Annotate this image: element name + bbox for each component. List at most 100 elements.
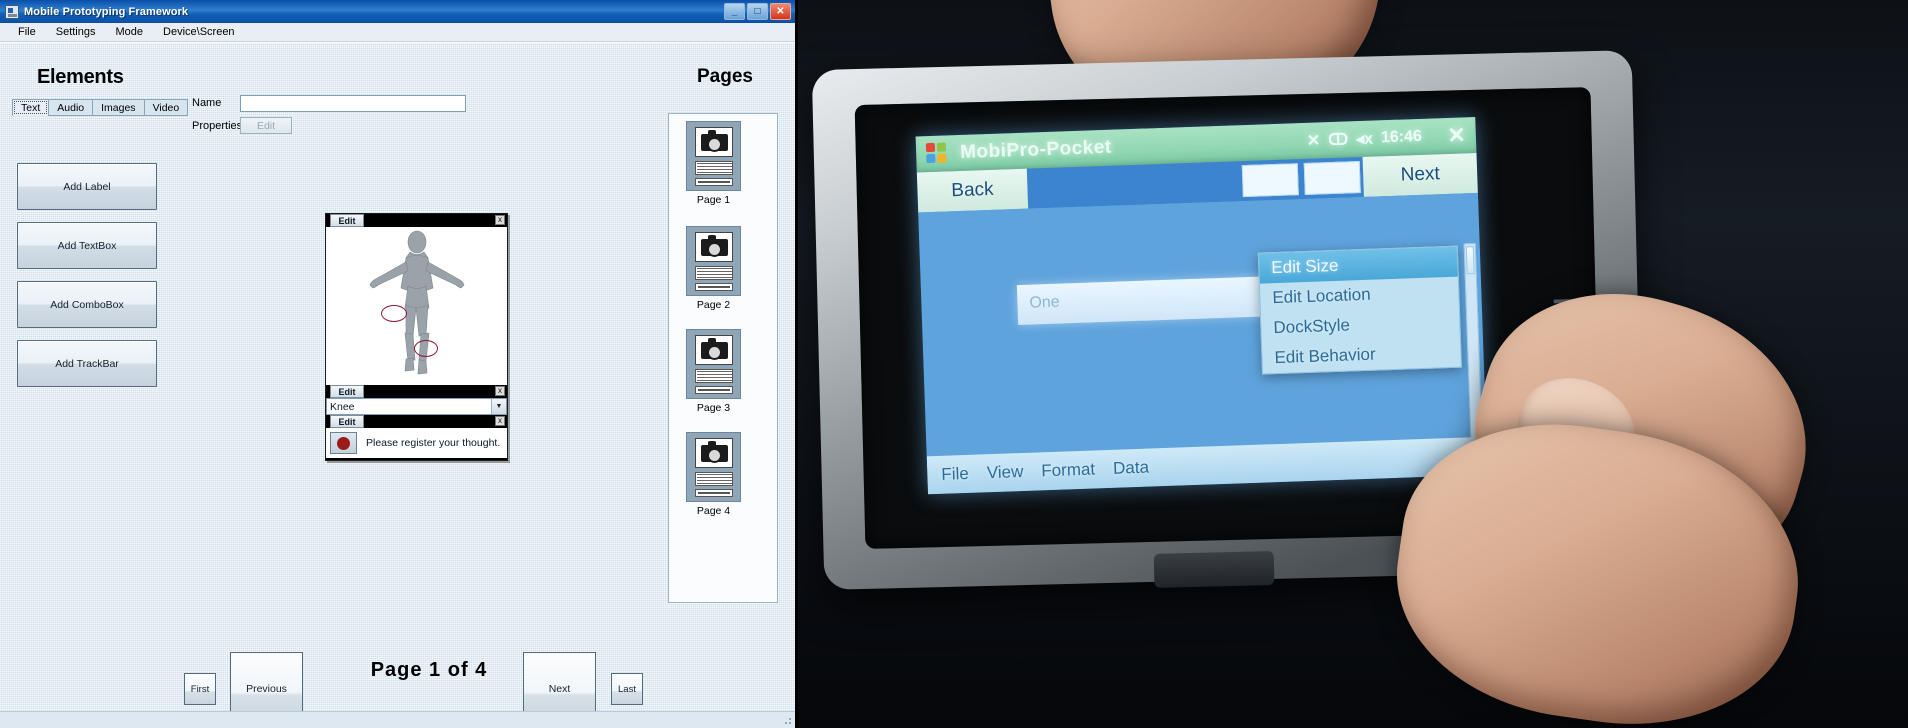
name-input[interactable] [240,95,466,112]
camera-icon [695,438,733,468]
app-window-icon [5,4,19,19]
combobox-value: Knee [330,400,355,413]
page-caption: Page 1 [696,194,731,206]
record-dot-icon [337,436,350,450]
edit-button[interactable]: Edit [330,415,364,428]
menu-device-screen[interactable]: Device\Screen [153,24,245,40]
window-controls: _ □ ✕ [724,3,791,20]
page-thumbnail[interactable] [686,226,741,296]
minimize-button[interactable]: _ [724,3,745,20]
pda-screen[interactable]: MobiPro-Pocket ✕ ↀ ◂x 16:46 ✕ Back Next … [915,116,1488,495]
pages-heading: Pages [697,66,753,87]
menu-settings[interactable]: Settings [46,24,106,40]
thumbnail-input-bar [695,178,733,186]
tab-images[interactable]: Images [92,99,145,116]
device-preview-canvas[interactable]: Edit x Edit x Knee ▼ Edit x Please regis… [325,213,508,461]
window-title: Mobile Prototyping Framework [24,5,189,18]
last-page-button[interactable]: Last [611,673,643,705]
message-element-row: Edit x Please register your thought. [326,415,507,459]
menu-file[interactable]: File [8,24,46,40]
statusbar [0,711,795,728]
camera-icon [695,335,733,365]
elements-heading: Elements [37,66,124,88]
add-textbox-button[interactable]: Add TextBox [17,222,157,269]
page-caption: Page 3 [696,402,731,414]
edit-button[interactable]: Edit [330,214,364,227]
pda-system-tray: ✕ ↀ ◂x 16:46 [1306,127,1422,151]
name-label: Name [192,97,222,109]
thumbnail-text-lines [695,472,733,486]
page-thumbnail[interactable] [686,329,741,399]
pda-menu-format[interactable]: Format [1041,459,1096,481]
pda-menu-file[interactable]: File [941,464,969,485]
menu-item-edit-behavior[interactable]: Edit Behavior [1262,337,1461,374]
page-thumbnail[interactable] [686,121,741,191]
thumbnail-text-lines [695,266,733,280]
pda-app-title: MobiPro-Pocket [959,136,1113,163]
pda-next-button[interactable]: Next [1362,152,1478,197]
close-button[interactable]: ✕ [770,3,791,20]
window-client-area: Elements Text Audio Images Video Add Lab… [0,42,795,728]
body-image-element[interactable] [326,227,507,385]
image-element-toolbar: Edit x [326,214,507,227]
camera-icon [695,127,733,157]
volume-icon: ◂x [1355,130,1374,149]
thumbnail-text-lines [695,161,733,175]
add-combobox-button[interactable]: Add ComboBox [17,281,157,328]
connection-icon: ✕ [1306,132,1321,150]
thumbnail-input-bar [695,386,733,394]
pda-close-icon[interactable]: ✕ [1447,122,1466,149]
page-thumbnail-item[interactable]: Page 4 [686,432,741,517]
close-icon[interactable]: x [495,386,505,396]
pda-content-area: One Edit Size Edit Location DockStyle Ed… [918,192,1488,495]
tab-text[interactable]: Text [12,99,50,116]
maximize-button[interactable]: □ [747,3,768,20]
page-caption: Page 2 [696,299,731,311]
close-icon[interactable]: x [495,215,505,225]
toolbar-box-1[interactable] [1241,163,1299,198]
tab-video[interactable]: Video [143,99,189,116]
element-category-tabs: Text Audio Images Video [12,99,189,116]
record-button[interactable] [330,432,357,454]
menubar: File Settings Mode Device\Screen [0,23,795,42]
page-thumbnail-item[interactable]: Page 2 [686,226,741,311]
pda-field-placeholder: One [1029,293,1060,312]
thumbnail-input-bar [695,489,733,497]
add-label-button[interactable]: Add Label [17,163,157,210]
page-thumbnail-item[interactable]: Page 1 [686,121,741,206]
menu-mode[interactable]: Mode [105,24,153,40]
thumbnail-text-lines [695,369,733,383]
page-counter: Page 1 of 4 [370,659,488,681]
page-thumbnail[interactable] [686,432,741,502]
add-trackbar-button[interactable]: Add TrackBar [17,340,157,387]
properties-label: Properties [192,120,243,132]
mobile-prototyping-framework-window: Mobile Prototyping Framework _ □ ✕ File … [0,0,795,728]
close-icon[interactable]: x [495,416,505,426]
hip-annotation-circle [381,305,407,322]
screenshot-stage: Mobile Prototyping Framework _ □ ✕ File … [0,0,1908,728]
thumbnail-input-bar [695,283,733,291]
pda-back-button[interactable]: Back [916,168,1029,213]
tab-audio[interactable]: Audio [48,99,94,116]
pda-menu-view[interactable]: View [986,462,1023,483]
window-titlebar: Mobile Prototyping Framework _ □ ✕ [0,0,795,23]
page-caption: Page 4 [696,505,731,517]
page-thumbnail-item[interactable]: Page 3 [686,329,741,414]
register-thought-message: Please register your thought. [366,437,501,449]
toolbar-box-2[interactable] [1303,161,1361,195]
human-body-figure [369,230,464,375]
combobox-element-row: Edit x Knee ▼ [326,385,507,415]
windows-logo-icon [925,142,949,165]
resize-grip-icon[interactable] [782,715,792,725]
first-page-button[interactable]: First [184,673,216,705]
register-thought-panel: Please register your thought. [326,428,507,458]
pda-menu-data[interactable]: Data [1113,458,1150,479]
pda-device-photo: MobiPro-Pocket ✕ ↀ ◂x 16:46 ✕ Back Next … [798,0,1908,728]
signal-icon: ↀ [1327,131,1349,150]
properties-edit-button[interactable]: Edit [240,117,292,134]
device-hardware-button[interactable] [1153,550,1275,588]
chevron-down-icon[interactable]: ▼ [491,399,506,414]
pda-context-menu[interactable]: Edit Size Edit Location DockStyle Edit B… [1257,245,1462,375]
body-part-combobox[interactable]: Knee ▼ [326,398,507,415]
edit-button[interactable]: Edit [330,385,364,398]
